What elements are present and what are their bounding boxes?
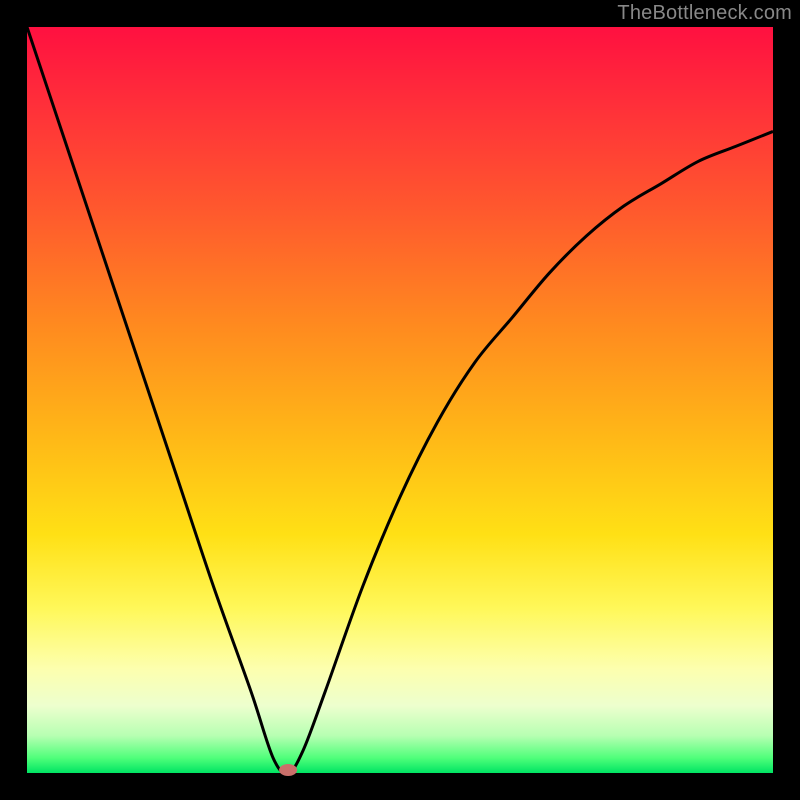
curve-path <box>27 27 773 773</box>
attribution-label: TheBottleneck.com <box>617 2 792 25</box>
chart-container: TheBottleneck.com <box>0 0 800 800</box>
bottleneck-curve <box>27 27 773 773</box>
plot-frame <box>27 27 773 773</box>
minimum-marker <box>279 764 297 776</box>
